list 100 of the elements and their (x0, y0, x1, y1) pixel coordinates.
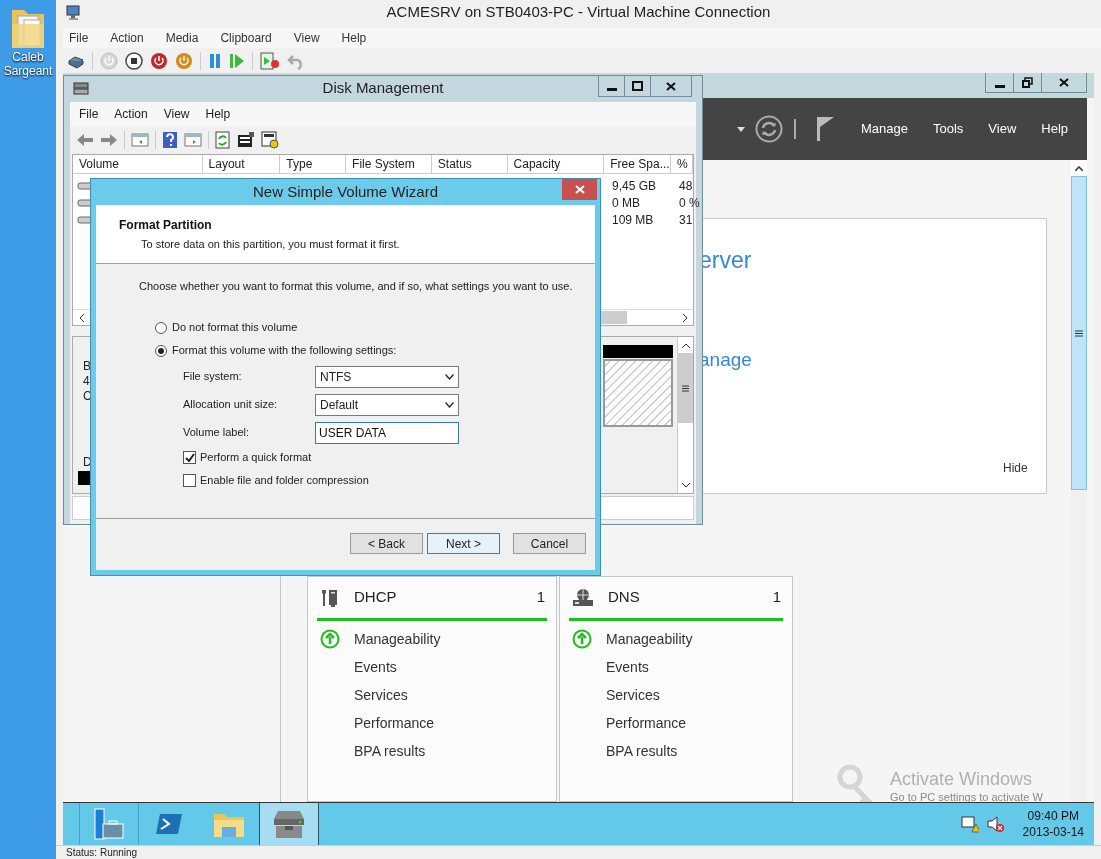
dropdown-arrow-icon[interactable] (737, 126, 745, 132)
disk-toolbox-icon (272, 809, 306, 839)
back-arrow-icon[interactable] (76, 133, 94, 147)
menu-item[interactable]: View (160, 105, 193, 123)
disk-label: 4 (83, 374, 90, 388)
dropdown[interactable]: Default (315, 393, 459, 416)
hide-link[interactable]: Hide (1003, 459, 1028, 477)
menu-item[interactable]: Clipboard (216, 29, 276, 47)
table-cell-text: 9,45 GB (612, 177, 657, 195)
tile-link[interactable]: BPA results (354, 740, 426, 762)
checkbox[interactable] (183, 451, 196, 464)
column-header[interactable]: Volume (73, 155, 203, 173)
disk-icon (73, 80, 89, 96)
tile-link[interactable]: BPA results (606, 740, 678, 762)
radio-option[interactable]: Do not format this volume (155, 320, 595, 335)
menu-item[interactable]: Media (161, 29, 203, 47)
chevron-down-icon (681, 482, 690, 488)
column-header[interactable]: Capacity (507, 155, 605, 173)
menu-item[interactable]: Tools (932, 119, 965, 139)
column-header[interactable]: Status (431, 155, 508, 173)
menu-item[interactable]: File (65, 29, 93, 47)
activation-text: Go to PC settings to activate W (890, 791, 1043, 803)
terminal-icon (155, 813, 183, 835)
tile-link[interactable]: Performance (606, 712, 687, 734)
menu-item[interactable]: Action (111, 105, 151, 123)
tile-link[interactable]: Manageability (354, 628, 441, 650)
instruction-text: Choose whether you want to format this volume, and if so, what settings you want to use. (139, 279, 574, 294)
menu-item[interactable]: View (289, 29, 324, 47)
chevron-up-icon (1075, 165, 1083, 171)
column-header[interactable]: File System (346, 155, 432, 173)
tile-count: 1 (772, 587, 781, 608)
dialog-button[interactable]: Cancel (513, 533, 586, 554)
checkbox[interactable] (183, 474, 196, 487)
column-header[interactable]: Type (280, 155, 347, 173)
tile-link[interactable]: Manageability (606, 628, 693, 650)
role-tile[interactable]: DHCP 1 Manageability Events Services Performance BPA results (307, 576, 557, 802)
window-title: Disk Management (322, 77, 444, 98)
input-field[interactable]: USER DATA (315, 421, 459, 444)
refresh-icon[interactable] (215, 131, 231, 149)
menu-item[interactable]: Help (1040, 119, 1070, 139)
speaker-muted-icon[interactable] (986, 815, 1005, 833)
menu-item[interactable]: File (76, 105, 102, 123)
tile-count: 1 (536, 587, 545, 608)
settings-icon[interactable] (261, 131, 279, 149)
server-toolbox-icon (93, 808, 125, 840)
tile-link[interactable]: Services (354, 684, 408, 706)
table-cell-text: 0 % (679, 194, 700, 212)
power-icon[interactable] (175, 51, 193, 70)
grip-icon (682, 384, 689, 392)
flag-icon[interactable] (817, 117, 835, 141)
column-header[interactable]: % (671, 155, 693, 173)
pause-icon[interactable] (208, 52, 222, 69)
scrollbar-thumb[interactable] (1071, 176, 1087, 490)
clock[interactable]: 09:40 PM 2013-03-14 (1022, 808, 1084, 840)
role-tile[interactable]: DNS 1 Manageability Events Services Performance BPA results (559, 576, 793, 802)
radio-button[interactable] (155, 321, 167, 334)
menu-item[interactable]: Manage (860, 119, 909, 139)
close-icon (574, 185, 585, 194)
menu-item[interactable]: Help (337, 29, 371, 47)
restore-icon (1022, 77, 1033, 88)
column-header[interactable]: Free Spa... (604, 155, 672, 173)
network-warning-icon[interactable] (960, 815, 979, 833)
stop-icon[interactable] (125, 51, 143, 70)
minimize-icon (606, 88, 617, 91)
tile-link[interactable]: Events (354, 656, 397, 678)
tools-icon (320, 587, 340, 608)
chevron-left-icon (78, 313, 84, 322)
minimize-icon (994, 85, 1005, 88)
tile-title: DHCP (354, 587, 397, 608)
help-icon[interactable] (162, 131, 178, 149)
power-icon[interactable] (150, 51, 168, 70)
column-header[interactable]: Layout (202, 155, 281, 173)
tile-link[interactable]: Performance (354, 712, 435, 734)
forward-arrow-icon[interactable] (100, 133, 118, 147)
menu-item[interactable]: View (987, 119, 1018, 139)
dialog-button[interactable]: Next > (427, 533, 500, 554)
maximize-icon (632, 81, 643, 91)
radio-option[interactable]: Format this volume with the following settings: (155, 343, 595, 358)
scrollbar-thumb[interactable] (678, 353, 693, 423)
page-heading: Format Partition (119, 217, 213, 234)
refresh-icon[interactable] (755, 115, 783, 143)
dialog-title: New Simple Volume Wizard (252, 181, 439, 202)
menu-item[interactable]: Action (106, 29, 148, 47)
chevron-up-icon (681, 342, 690, 348)
properties-icon[interactable] (237, 132, 255, 148)
taskbar-button[interactable] (259, 803, 319, 845)
tile-link[interactable]: Services (606, 684, 660, 706)
field-label: Volume label: (183, 425, 251, 441)
checkpoint-icon[interactable] (260, 51, 280, 70)
dialog-button[interactable]: < Back (350, 533, 423, 554)
radio-button[interactable] (155, 344, 167, 357)
clock-date: 2013-03-14 (1022, 824, 1084, 840)
checkbox-option[interactable]: Perform a quick format (183, 450, 595, 465)
dropdown[interactable]: NTFS (315, 365, 459, 388)
scroll-up-button[interactable] (1071, 160, 1087, 176)
menu-item[interactable]: Help (202, 105, 234, 123)
taskbar-button[interactable] (79, 803, 139, 845)
tile-link[interactable]: Events (606, 656, 649, 678)
close-icon (1059, 78, 1069, 87)
checkbox-option[interactable]: Enable file and folder compression (183, 473, 595, 488)
